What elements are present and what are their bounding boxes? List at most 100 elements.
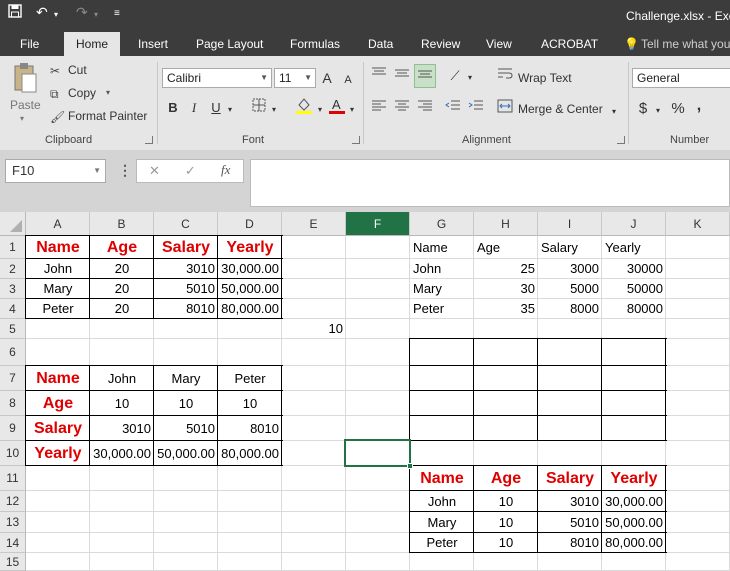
column-header-d[interactable]: D <box>218 212 282 236</box>
cell-g14[interactable]: Peter <box>413 533 471 553</box>
customize-qat-icon[interactable]: ≡ <box>114 8 120 19</box>
cell-h1[interactable]: Age <box>477 236 535 259</box>
column-header-k[interactable]: K <box>666 212 730 236</box>
cell-h4[interactable]: 35 <box>477 299 535 319</box>
clipboard-launcher-icon[interactable] <box>145 136 153 144</box>
more-options-icon[interactable]: ⋮ <box>118 162 132 179</box>
italic-button[interactable]: I <box>186 98 202 118</box>
cell-c3[interactable]: 5010 <box>157 279 215 299</box>
column-header-f[interactable]: F <box>346 212 410 236</box>
cell-h14[interactable]: 10 <box>477 533 535 553</box>
orientation-icon[interactable]: ⟋ <box>446 66 464 86</box>
active-cell-selection[interactable] <box>344 439 411 467</box>
tab-view[interactable]: View <box>486 32 512 56</box>
tab-file[interactable]: File <box>20 32 39 56</box>
bottom-align-icon[interactable] <box>414 64 436 88</box>
column-header-g[interactable]: G <box>410 212 474 236</box>
cell-h12[interactable]: 10 <box>477 491 535 512</box>
cell-h13[interactable]: 10 <box>477 512 535 533</box>
cell-b1[interactable]: Age <box>93 236 151 259</box>
cell-c2[interactable]: 3010 <box>157 259 215 279</box>
cell-a4[interactable]: Peter <box>29 299 87 319</box>
name-box[interactable]: F10 ▼ <box>5 159 106 183</box>
cell-b10[interactable]: 30,000.00 <box>93 441 151 466</box>
column-header-a[interactable]: A <box>26 212 90 236</box>
number-format-select[interactable]: General <box>632 68 730 88</box>
merge-center-button[interactable]: Merge & Center <box>518 102 603 116</box>
cell-i14[interactable]: 8010 <box>541 533 599 553</box>
paste-dropdown-icon[interactable]: ▾ <box>20 114 24 123</box>
paste-icon[interactable] <box>12 62 38 99</box>
tab-acrobat[interactable]: ACROBAT <box>541 32 598 56</box>
tab-review[interactable]: Review <box>421 32 460 56</box>
cell-g11[interactable]: Name <box>413 466 471 491</box>
row-header-9[interactable]: 9 <box>0 416 26 441</box>
copy-dropdown-icon[interactable]: ▾ <box>106 88 110 97</box>
cell-b8[interactable]: 10 <box>93 391 151 416</box>
redo-dropdown-icon[interactable]: ▾ <box>94 10 98 19</box>
cell-j12[interactable]: 30,000.00 <box>605 491 663 512</box>
font-name-select[interactable]: Calibri ▼ <box>162 68 272 88</box>
borders-icon[interactable] <box>250 98 268 118</box>
bold-button[interactable]: B <box>165 98 181 118</box>
cell-j11[interactable]: Yearly <box>605 466 663 491</box>
cell-j4[interactable]: 80000 <box>605 299 663 319</box>
tab-data[interactable]: Data <box>368 32 393 56</box>
copy-button[interactable]: Copy <box>68 86 96 100</box>
undo-icon[interactable]: ↶ <box>36 4 48 21</box>
tab-formulas[interactable]: Formulas <box>290 32 340 56</box>
cell-i4[interactable]: 8000 <box>541 299 599 319</box>
column-header-h[interactable]: H <box>474 212 538 236</box>
underline-button[interactable]: U <box>208 98 224 118</box>
cell-g3[interactable]: Mary <box>413 279 471 299</box>
row-header-3[interactable]: 3 <box>0 279 26 299</box>
row-header-13[interactable]: 13 <box>0 512 26 533</box>
undo-dropdown-icon[interactable]: ▾ <box>54 10 58 19</box>
column-header-i[interactable]: I <box>538 212 602 236</box>
cell-d2[interactable]: 30,000.00 <box>221 259 279 279</box>
cell-g13[interactable]: Mary <box>413 512 471 533</box>
increase-indent-icon[interactable] <box>467 99 485 119</box>
cell-b3[interactable]: 20 <box>93 279 151 299</box>
cell-j13[interactable]: 50,000.00 <box>605 512 663 533</box>
cell-i2[interactable]: 3000 <box>541 259 599 279</box>
cell-b2[interactable]: 20 <box>93 259 151 279</box>
cell-c8[interactable]: 10 <box>157 391 215 416</box>
cell-a8[interactable]: Age <box>29 391 87 416</box>
fill-handle[interactable] <box>407 463 413 469</box>
save-icon[interactable] <box>8 4 22 21</box>
cell-j3[interactable]: 50000 <box>605 279 663 299</box>
column-header-e[interactable]: E <box>282 212 346 236</box>
cell-b9[interactable]: 3010 <box>93 416 151 441</box>
cell-g12[interactable]: John <box>413 491 471 512</box>
shrink-font-button[interactable]: A <box>342 70 354 90</box>
insert-function-icon[interactable]: fx <box>221 162 230 178</box>
underline-dropdown-icon[interactable]: ▾ <box>226 100 234 120</box>
tab-insert[interactable]: Insert <box>138 32 168 56</box>
wrap-text-icon[interactable] <box>496 66 514 86</box>
font-color-icon[interactable]: A <box>328 96 346 116</box>
formula-input[interactable] <box>250 159 730 207</box>
wrap-text-button[interactable]: Wrap Text <box>518 71 572 85</box>
row-header-8[interactable]: 8 <box>0 391 26 416</box>
borders-dropdown-icon[interactable]: ▾ <box>270 100 278 120</box>
cell-h11[interactable]: Age <box>477 466 535 491</box>
cell-d3[interactable]: 50,000.00 <box>221 279 279 299</box>
cell-b7[interactable]: John <box>93 366 151 391</box>
percent-button[interactable]: % <box>670 99 686 119</box>
column-header-b[interactable]: B <box>90 212 154 236</box>
cell-i1[interactable]: Salary <box>541 236 599 259</box>
cell-g4[interactable]: Peter <box>413 299 471 319</box>
currency-button[interactable]: $ <box>636 99 650 119</box>
row-header-1[interactable]: 1 <box>0 236 26 259</box>
cell-i13[interactable]: 5010 <box>541 512 599 533</box>
cell-h3[interactable]: 30 <box>477 279 535 299</box>
merge-center-icon[interactable] <box>496 99 514 119</box>
decrease-indent-icon[interactable] <box>444 99 462 119</box>
cell-a2[interactable]: John <box>29 259 87 279</box>
fill-color-dropdown-icon[interactable]: ▾ <box>316 100 324 120</box>
middle-align-icon[interactable] <box>393 66 411 86</box>
align-center-icon[interactable] <box>393 99 411 119</box>
row-header-11[interactable]: 11 <box>0 466 26 491</box>
paste-button[interactable]: Paste <box>10 98 41 112</box>
